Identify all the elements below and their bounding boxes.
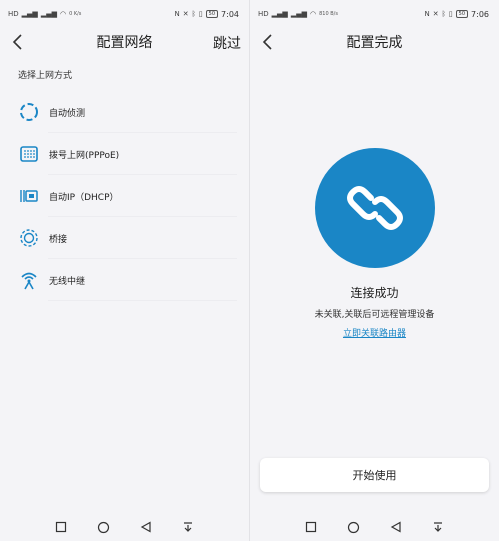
option-label: 桥接 [49, 234, 68, 245]
mute-icon: ✕ [432, 10, 439, 18]
option-label: 无线中继 [49, 276, 86, 287]
status-bar: HD ▂▄▆ ▂▄▆ ◠ 810 B/s N ✕ ᛒ ▯ 50 7:06 [250, 0, 499, 28]
page-title: 配置完成 [346, 35, 403, 51]
battery-icon: 50 [455, 10, 469, 18]
back-arrow-icon[interactable] [258, 32, 278, 52]
app-header: 配置完成 [250, 28, 499, 56]
notification-pull-icon[interactable] [181, 520, 195, 534]
nfc-icon: N [424, 10, 430, 18]
success-title: 连接成功 [350, 286, 399, 300]
option-auto-detect[interactable]: 自动侦测 [0, 91, 249, 133]
start-using-button[interactable]: 开始使用 [260, 458, 489, 492]
mute-icon: ✕ [182, 10, 189, 18]
option-label: 自动IP（DHCP） [49, 192, 119, 203]
option-pppoe[interactable]: 拨号上网(PPPoE) [0, 133, 249, 175]
option-label: 拨号上网(PPPoE) [49, 150, 120, 161]
connection-type-list: 自动侦测 拨号上网(PPPoE) 自动IP（DHCP） 桥接 无线中继 [0, 91, 249, 301]
recents-icon[interactable] [304, 520, 318, 534]
wireless-relay-icon [18, 269, 40, 291]
home-icon[interactable] [96, 520, 110, 534]
bridge-icon [18, 227, 40, 249]
signal-icon: ▂▄▆ [21, 10, 38, 18]
signal-icon: ▂▄▆ [271, 10, 288, 18]
bluetooth-icon: ᛒ [191, 10, 196, 18]
success-block: 连接成功 未关联,关联后可远程管理设备 立即关联路由器 [250, 148, 499, 339]
option-dhcp[interactable]: 自动IP（DHCP） [0, 175, 249, 217]
vibrate-icon: ▯ [198, 10, 203, 18]
back-triangle-icon[interactable] [139, 520, 153, 534]
dialup-keypad-icon [18, 143, 40, 165]
status-time: 7:04 [221, 9, 239, 19]
back-arrow-icon[interactable] [8, 32, 28, 52]
system-nav-bar [250, 513, 499, 541]
carrier-label: HD [258, 10, 269, 18]
section-label: 选择上网方式 [18, 71, 73, 81]
bluetooth-icon: ᛒ [441, 10, 446, 18]
signal-icon-2: ▂▄▆ [290, 10, 307, 18]
wifi-icon: ◠ [309, 10, 317, 18]
recents-icon[interactable] [54, 520, 68, 534]
skip-button[interactable]: 跳过 [213, 33, 241, 53]
option-wireless-relay[interactable]: 无线中继 [0, 259, 249, 301]
link-icon [314, 148, 435, 268]
option-bridge[interactable]: 桥接 [0, 217, 249, 259]
nfc-icon: N [174, 10, 180, 18]
status-bar: HD ▂▄▆ ▂▄▆ ◠ 0 K/s N ✕ ᛒ ▯ 50 7:04 [0, 0, 249, 28]
bind-router-link[interactable]: 立即关联路由器 [343, 326, 406, 339]
status-time: 7:06 [471, 9, 489, 19]
system-nav-bar [0, 513, 249, 541]
network-speed: 0 K/s [69, 10, 82, 17]
notification-pull-icon[interactable] [431, 520, 445, 534]
dhcp-icon [18, 185, 40, 207]
network-config-screen: HD ▂▄▆ ▂▄▆ ◠ 0 K/s N ✕ ᛒ ▯ 50 7:04 配置网络 … [0, 0, 249, 541]
back-triangle-icon[interactable] [389, 520, 403, 534]
carrier-label: HD [8, 10, 19, 18]
wifi-icon: ◠ [59, 10, 67, 18]
home-icon[interactable] [346, 520, 360, 534]
auto-detect-icon [18, 101, 40, 123]
app-header: 配置网络 跳过 [0, 28, 249, 56]
vibrate-icon: ▯ [448, 10, 453, 18]
config-complete-screen: HD ▂▄▆ ▂▄▆ ◠ 810 B/s N ✕ ᛒ ▯ 50 7:06 配置完… [250, 0, 499, 541]
battery-icon: 50 [205, 10, 219, 18]
success-description: 未关联,关联后可远程管理设备 [314, 310, 435, 320]
page-title: 配置网络 [96, 35, 153, 51]
network-speed: 810 B/s [319, 10, 338, 17]
option-label: 自动侦测 [49, 108, 86, 119]
signal-icon-2: ▂▄▆ [40, 10, 57, 18]
